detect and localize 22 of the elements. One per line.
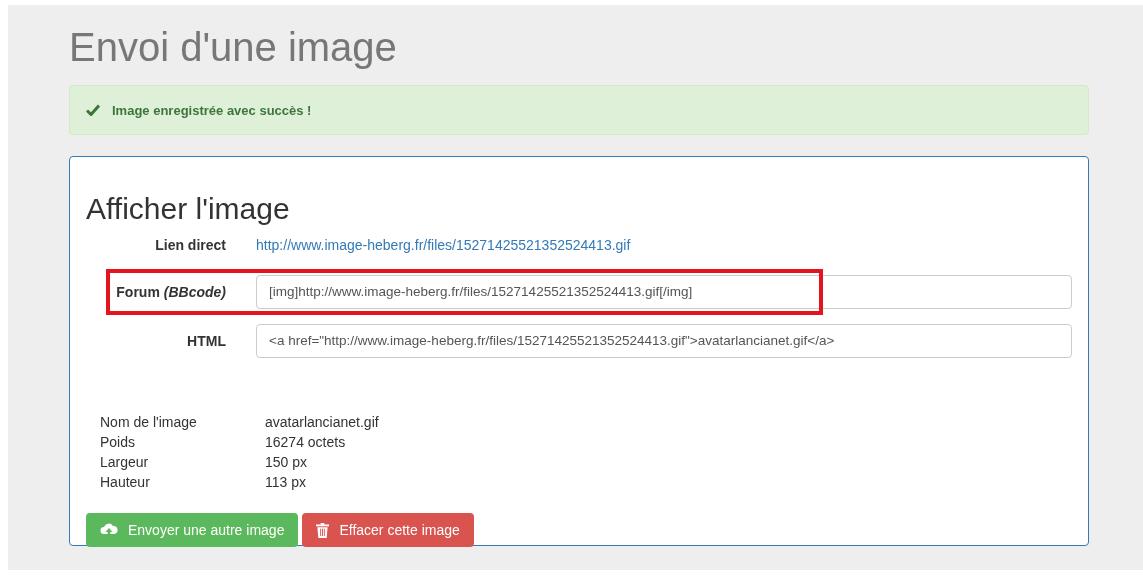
checkmark-icon bbox=[86, 104, 100, 116]
detail-label: Hauteur bbox=[100, 473, 151, 491]
alert-text: Image enregistrée avec succès ! bbox=[112, 102, 312, 118]
field-label: Lien direct bbox=[154, 237, 226, 253]
direct-link[interactable]: http://www.image-heberg.fr/files/15271425521352524413.gif bbox=[256, 237, 631, 253]
detail-value: 150 px bbox=[265, 453, 309, 471]
field-label: Forum (BBcode) bbox=[115, 283, 226, 300]
page-title: Envoi d'une image bbox=[69, 24, 398, 71]
upload-button[interactable]: Envoyer une autre image bbox=[86, 513, 299, 547]
delete-button[interactable]: Effacer cette image bbox=[302, 513, 474, 547]
detail-label: Poids bbox=[100, 433, 137, 451]
detail-label: Largeur bbox=[100, 453, 150, 471]
trash-icon bbox=[316, 522, 330, 538]
cloud-upload-icon bbox=[100, 523, 118, 537]
detail-value: avatarlancianet.gif bbox=[265, 413, 379, 431]
input-field[interactable]: <a href="http://www.image-heberg.fr/files/15271425521352524413.gif">avatarlancianet.gif</a> bbox=[256, 323, 1072, 358]
field-label: HTML bbox=[186, 332, 226, 349]
detail-label: Nom de l'image bbox=[100, 413, 198, 431]
detail-value: 113 px bbox=[265, 473, 307, 491]
detail-value: 16274 octets bbox=[265, 433, 347, 451]
panel-title: Afficher l'image bbox=[86, 191, 291, 227]
input-field[interactable]: [img]http://www.image-heberg.fr/files/15271425521352524413.gif[/img] bbox=[256, 274, 1072, 309]
